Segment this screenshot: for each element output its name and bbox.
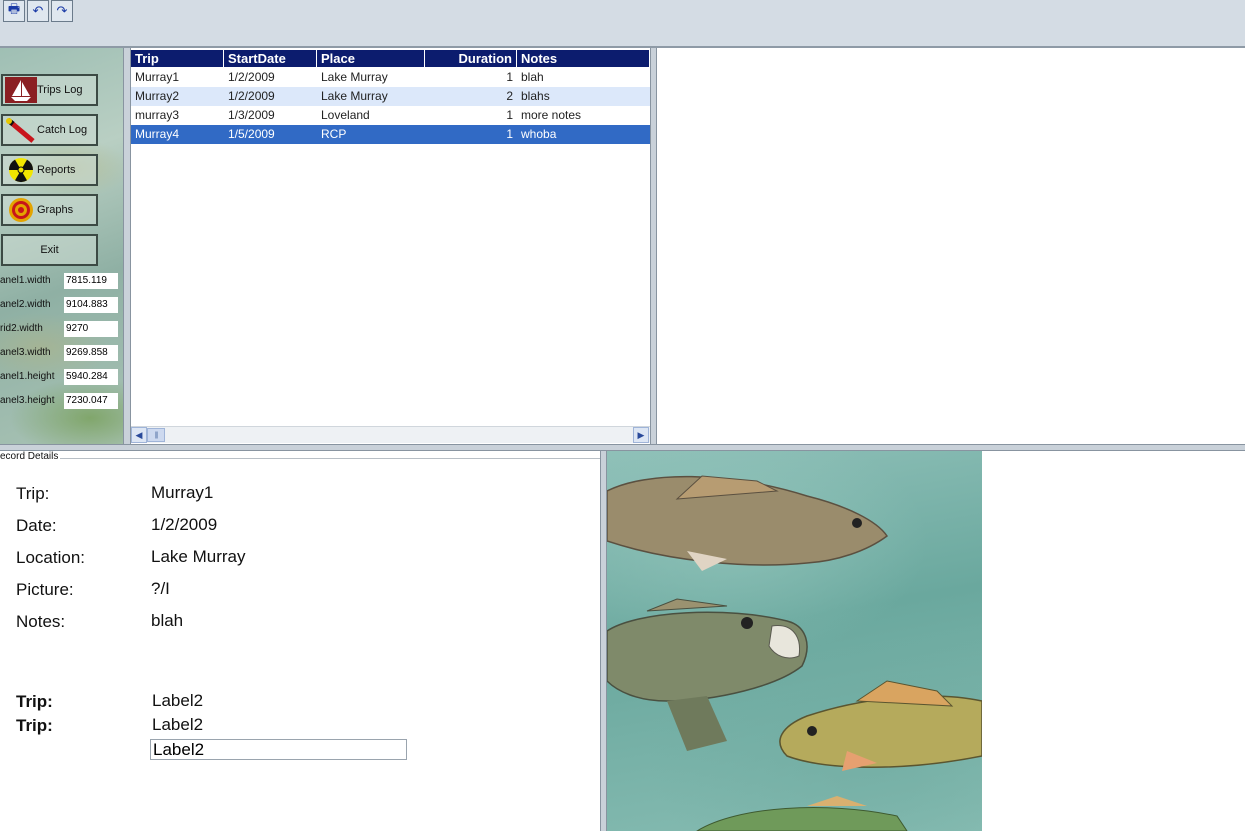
table-cell: 1 bbox=[506, 108, 513, 122]
print-icon[interactable]: 🖶 bbox=[3, 0, 25, 22]
reports-button[interactable]: Reports bbox=[1, 154, 98, 186]
property-value-field[interactable]: 7230.047 bbox=[64, 393, 118, 409]
table-cell: whoba bbox=[521, 127, 557, 141]
detail-value: Murray1 bbox=[151, 483, 214, 502]
detail-value: ?/Ι bbox=[151, 579, 170, 598]
property-label: anel1.height bbox=[0, 371, 55, 382]
horizontal-splitter[interactable] bbox=[0, 444, 1245, 451]
table-cell: Lake Murray bbox=[321, 89, 388, 103]
property-row: anel3.width 9269.858 bbox=[0, 345, 122, 361]
table-row[interactable]: Murray2 1/2/2009 Lake Murray 2 blahs bbox=[131, 87, 650, 106]
exit-button[interactable]: Exit bbox=[1, 234, 98, 266]
property-value-field[interactable]: 7815.119 bbox=[64, 273, 118, 289]
scroll-thumb[interactable]: ||| bbox=[147, 428, 165, 442]
table-cell: blah bbox=[521, 70, 544, 84]
nav-panel: Trips Log Catch Log Reports Graphs Exit anel… bbox=[0, 48, 123, 444]
extra-trip-label-1: Trip: bbox=[16, 692, 53, 711]
table-cell: 2 bbox=[506, 89, 513, 103]
scroll-right-icon[interactable]: ▶ bbox=[633, 427, 649, 443]
property-row: anel3.height 7230.047 bbox=[0, 393, 122, 409]
grid-header: Trip StartDate Place Duration Notes bbox=[131, 50, 650, 67]
table-cell: 1/5/2009 bbox=[228, 127, 275, 141]
fish-2 bbox=[607, 598, 808, 751]
table-cell: blahs bbox=[521, 89, 550, 103]
table-cell: 1 bbox=[506, 70, 513, 84]
detail-label: Location: bbox=[16, 548, 85, 567]
trips-log-button[interactable]: Trips Log bbox=[1, 74, 98, 106]
detail-value: 1/2/2009 bbox=[151, 515, 218, 534]
radiation-icon bbox=[5, 157, 37, 183]
property-label: anel3.height bbox=[0, 395, 55, 406]
graphs-label: Graphs bbox=[37, 204, 74, 216]
property-row: anel1.height 5940.284 bbox=[0, 369, 122, 385]
table-cell: Murray4 bbox=[135, 127, 180, 141]
table-row[interactable]: Murray1 1/2/2009 Lake Murray 1 blah bbox=[131, 68, 650, 87]
extra-trip-value-2: Label2 bbox=[152, 715, 204, 734]
table-cell: 1/2/2009 bbox=[228, 70, 275, 84]
fishing-rod-icon bbox=[5, 117, 37, 143]
property-value-field[interactable]: 5940.284 bbox=[64, 369, 118, 385]
table-cell: Murray1 bbox=[135, 70, 180, 84]
record-details-label: ecord Details bbox=[0, 451, 61, 462]
catch-log-button[interactable]: Catch Log bbox=[1, 114, 98, 146]
trips-grid[interactable]: Trip StartDate Place Duration Notes Murr… bbox=[131, 48, 650, 444]
fish-4 bbox=[696, 796, 908, 831]
detail-label: Date: bbox=[16, 516, 57, 535]
table-row[interactable]: murray3 1/3/2009 Loveland 1 more notes bbox=[131, 106, 650, 125]
property-value-field[interactable]: 9104.883 bbox=[64, 297, 118, 313]
catch-log-label: Catch Log bbox=[37, 124, 88, 136]
property-value-field[interactable]: 9270 bbox=[64, 321, 118, 337]
vertical-splitter-bottom[interactable] bbox=[600, 451, 607, 831]
property-row: anel2.width 9104.883 bbox=[0, 297, 122, 313]
vertical-splitter-left[interactable] bbox=[123, 48, 131, 444]
table-cell: RCP bbox=[321, 127, 347, 141]
detail-value: Lake Murray bbox=[151, 547, 246, 566]
record-details-frame bbox=[0, 458, 602, 831]
scroll-left-icon[interactable]: ◀ bbox=[131, 427, 147, 443]
trips-log-label: Trips Log bbox=[37, 84, 83, 96]
table-cell: 1 bbox=[506, 127, 513, 141]
sailboat-icon bbox=[5, 77, 37, 103]
label2-textbox[interactable]: Label2 bbox=[150, 739, 407, 760]
col-header-trip[interactable]: Trip bbox=[131, 50, 224, 67]
extra-trip-label-2: Trip: bbox=[16, 716, 53, 735]
detail-label: Notes: bbox=[16, 612, 66, 631]
property-label: anel2.width bbox=[0, 299, 51, 310]
undo-icon[interactable]: ↶ bbox=[27, 0, 49, 22]
col-header-place[interactable]: Place bbox=[317, 50, 425, 67]
target-icon bbox=[5, 197, 37, 223]
property-label: anel3.width bbox=[0, 347, 51, 358]
bass-fish-picture bbox=[607, 451, 982, 831]
property-label: anel1.width bbox=[0, 275, 51, 286]
col-header-notes[interactable]: Notes bbox=[517, 50, 650, 67]
graphs-button[interactable]: Graphs bbox=[1, 194, 98, 226]
reports-label: Reports bbox=[37, 164, 76, 176]
fish-3 bbox=[779, 680, 982, 771]
extra-trip-value-1: Label2 bbox=[152, 691, 204, 710]
table-cell: Lake Murray bbox=[321, 70, 388, 84]
property-row: anel1.width 7815.119 bbox=[0, 273, 122, 289]
table-row[interactable]: Murray4 1/5/2009 RCP 1 whoba bbox=[131, 125, 650, 144]
col-header-startdate[interactable]: StartDate bbox=[224, 50, 317, 67]
vertical-splitter-right[interactable] bbox=[650, 48, 657, 444]
property-row: rid2.width 9270 bbox=[0, 321, 122, 337]
exit-label: Exit bbox=[40, 244, 59, 256]
detail-label: Picture: bbox=[16, 580, 74, 599]
detail-label: Trip: bbox=[16, 484, 50, 503]
redo-icon[interactable]: ↷ bbox=[51, 0, 73, 22]
horizontal-scrollbar[interactable]: ◀ ||| ▶ bbox=[131, 426, 650, 443]
table-cell: Murray2 bbox=[135, 89, 180, 103]
property-label: rid2.width bbox=[0, 323, 43, 334]
table-cell: murray3 bbox=[135, 108, 180, 122]
table-cell: Loveland bbox=[321, 108, 370, 122]
col-header-duration[interactable]: Duration bbox=[425, 50, 517, 67]
table-cell: 1/3/2009 bbox=[228, 108, 275, 122]
toolbar: 🖶 ↶ ↷ bbox=[0, 0, 1245, 48]
detail-value: blah bbox=[151, 611, 184, 630]
fish-1 bbox=[607, 475, 889, 571]
property-value-field[interactable]: 9269.858 bbox=[64, 345, 118, 361]
table-cell: more notes bbox=[521, 108, 582, 122]
table-cell: 1/2/2009 bbox=[228, 89, 275, 103]
